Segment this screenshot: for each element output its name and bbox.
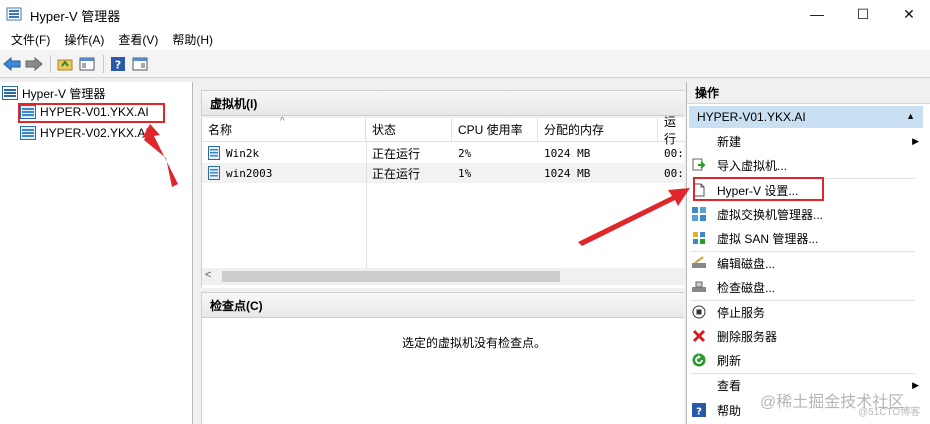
menu-bar: 文件(F) 操作(A) 查看(V) 帮助(H) (0, 28, 930, 50)
center-pane: 虚拟机(I) 名称 ^ 状态 CPU 使用率 分配的内存 运行 Win2k 正在… (197, 82, 685, 424)
up-folder-button[interactable] (55, 54, 75, 74)
virtual-san-icon (691, 230, 707, 246)
tree-root-label: Hyper-V 管理器 (22, 86, 106, 101)
vm-memory-cell: 1024 MB (544, 146, 591, 160)
console-tree: Hyper-V 管理器 HYPER-V01.YKX.AI HYPER-V02.Y… (0, 82, 193, 424)
actions-pane: 操作 HYPER-V01.YKX.AI ▲ 新建 ▶ 导入虚拟机... Hype… (686, 82, 930, 424)
action-import-vm[interactable]: 导入虚拟机... (691, 154, 919, 176)
vm-row-win2003[interactable]: win2003 正在运行 1% 1024 MB 00: (202, 163, 685, 183)
checkpoint-list: 选定的虚拟机没有检查点。 (201, 318, 684, 424)
help-icon: ? (691, 402, 707, 418)
column-divider (366, 142, 367, 268)
vm-list: 名称 ^ 状态 CPU 使用率 分配的内存 运行 Win2k 正在运行 2% 1… (201, 115, 685, 288)
edit-disk-icon (691, 255, 707, 271)
inspect-disk-icon (691, 279, 707, 295)
vm-uptime-cell: 00: (664, 166, 684, 180)
close-button[interactable]: ✕ (886, 0, 930, 28)
scrollbar-thumb[interactable] (222, 271, 560, 282)
show-action-pane-button[interactable] (130, 54, 150, 74)
actions-pane-title: 操作 (687, 82, 930, 104)
vm-name-cell: Win2k (208, 143, 259, 163)
vm-panel-header: 虚拟机(I) (201, 90, 684, 116)
server-icon (20, 126, 36, 140)
toolbar-separator (50, 54, 51, 73)
scroll-left-arrow-icon[interactable]: < (205, 269, 211, 281)
menu-file[interactable]: 文件(F) (4, 31, 57, 48)
sort-ascending-icon: ^ (280, 116, 285, 127)
action-delete-server[interactable]: 删除服务器 (691, 325, 919, 347)
vm-status-cell: 正在运行 (372, 166, 421, 181)
action-inspect-disk[interactable]: 检查磁盘... (691, 276, 919, 298)
watermark-small: @51CTO博客 (858, 407, 921, 418)
hyperv-app-icon (6, 7, 22, 21)
submenu-arrow-icon: ▶ (912, 135, 919, 146)
vm-cpu-cell: 2% (458, 146, 472, 160)
svg-text:?: ? (696, 407, 702, 418)
refresh-icon (691, 352, 707, 368)
annotation-highlight-box (18, 103, 165, 123)
horizontal-scrollbar[interactable]: < (201, 268, 684, 285)
back-arrow-icon (3, 56, 21, 71)
column-header-cpu[interactable]: CPU 使用率 (452, 118, 538, 142)
vm-status-cell: 正在运行 (372, 146, 421, 161)
vm-name-cell: win2003 (208, 163, 272, 183)
hyperv-manager-icon (2, 86, 18, 100)
help-icon: ? (111, 56, 125, 71)
import-vm-icon (691, 157, 707, 173)
maximize-button[interactable]: ☐ (840, 0, 886, 28)
tree-server-hyper-v02[interactable]: HYPER-V02.YKX.AI (20, 124, 149, 142)
submenu-arrow-icon: ▶ (912, 379, 919, 390)
window-title: Hyper-V 管理器 (30, 9, 121, 24)
forward-button[interactable] (24, 54, 44, 74)
column-header-name[interactable]: 名称 ^ (202, 116, 366, 142)
action-new[interactable]: 新建 ▶ (691, 130, 919, 152)
blank-icon (691, 377, 707, 393)
title-bar: Hyper-V 管理器 — ☐ ✕ (0, 0, 930, 28)
forward-arrow-icon (25, 56, 43, 71)
checkpoint-empty-message: 选定的虚拟机没有检查点。 (402, 336, 547, 350)
menu-view[interactable]: 查看(V) (111, 31, 165, 48)
toolbar: ? (0, 50, 930, 78)
collapse-up-icon[interactable]: ▲ (906, 111, 915, 121)
vm-icon (208, 166, 220, 180)
checkpoint-panel-header: 检查点(C) (201, 292, 684, 318)
vm-uptime-cell: 00: (664, 146, 684, 160)
vm-memory-cell: 1024 MB (544, 166, 591, 180)
back-button[interactable] (2, 54, 22, 74)
help-toolbar-button[interactable]: ? (108, 54, 128, 74)
stop-service-icon (691, 304, 707, 320)
vm-cpu-cell: 1% (458, 166, 472, 180)
tree-root-hyperv-manager[interactable]: Hyper-V 管理器 (2, 84, 105, 102)
svg-text:?: ? (115, 58, 121, 71)
virtual-switch-icon (691, 206, 707, 222)
tree-server-label: HYPER-V02.YKX.AI (40, 126, 149, 140)
action-edit-disk[interactable]: 编辑磁盘... (691, 252, 919, 274)
column-header-uptime[interactable]: 运行 (658, 115, 685, 146)
action-virtual-switch-manager[interactable]: 虚拟交换机管理器... (691, 203, 919, 225)
action-refresh[interactable]: 刷新 (691, 349, 919, 371)
show-tree-button[interactable] (77, 54, 97, 74)
menu-help[interactable]: 帮助(H) (165, 31, 220, 48)
blank-icon (691, 133, 707, 149)
action-virtual-san-manager[interactable]: 虚拟 SAN 管理器... (691, 227, 919, 249)
menu-action[interactable]: 操作(A) (57, 31, 111, 48)
delete-server-icon (691, 328, 707, 344)
folder-up-icon (57, 59, 73, 70)
console-tree-icon (79, 57, 95, 70)
toolbar-separator (103, 54, 104, 73)
actions-server-header[interactable]: HYPER-V01.YKX.AI ▲ (689, 106, 923, 128)
annotation-highlight-box (693, 177, 824, 201)
action-pane-icon (132, 57, 148, 70)
minimize-button[interactable]: — (794, 0, 840, 28)
column-header-status[interactable]: 状态 (366, 118, 452, 142)
vm-icon (208, 146, 220, 160)
column-header-memory[interactable]: 分配的内存 (538, 118, 658, 142)
action-stop-service[interactable]: 停止服务 (691, 301, 919, 323)
vm-row-win2k[interactable]: Win2k 正在运行 2% 1024 MB 00: (202, 143, 685, 163)
